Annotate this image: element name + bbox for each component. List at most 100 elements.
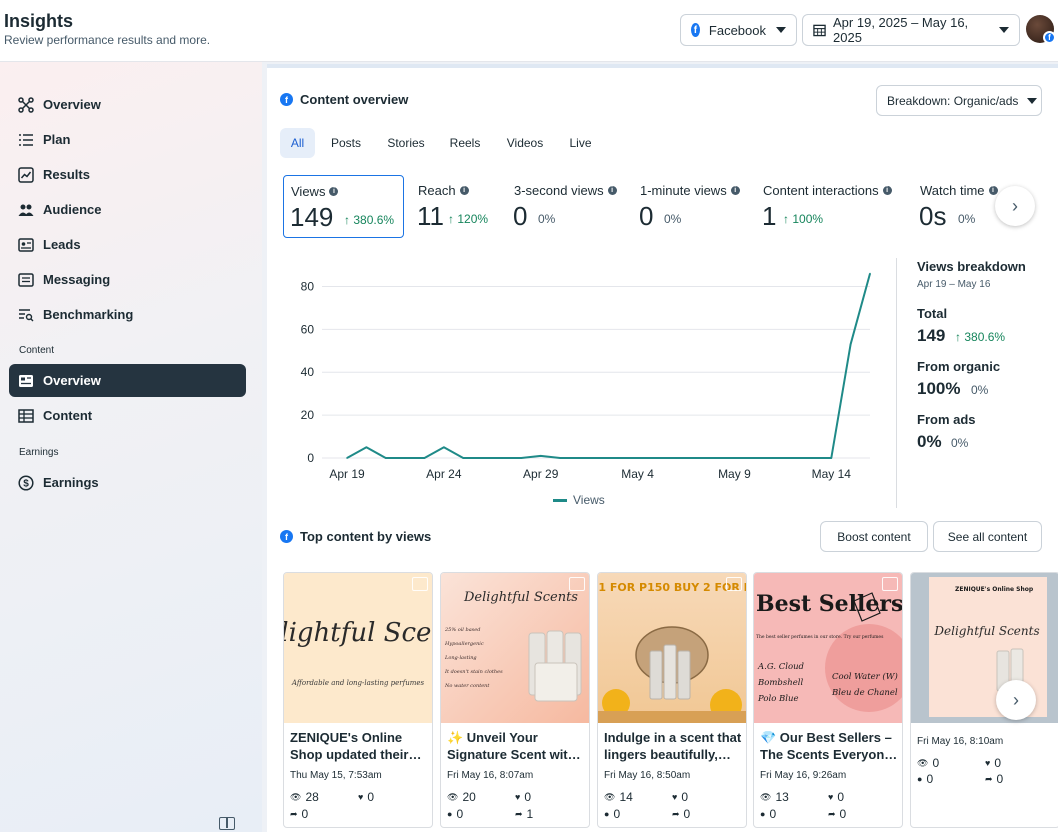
x-tick-label: Apr 29 xyxy=(523,467,559,481)
post-shares: 0 xyxy=(839,807,847,821)
breakdown-dropdown[interactable]: Breakdown: Organic/ads xyxy=(876,85,1042,116)
image-icon xyxy=(882,577,898,591)
x-tick-label: Apr 19 xyxy=(329,467,365,481)
sidebar-item-benchmarking[interactable]: Benchmarking xyxy=(9,298,246,331)
post-card[interactable]: Delightful Scents Affordable and long-la… xyxy=(283,572,433,828)
see-all-content-button[interactable]: See all content xyxy=(933,521,1042,552)
sidebar-item-label: Results xyxy=(43,167,90,182)
metrics-next-button[interactable]: › xyxy=(995,186,1035,226)
y-tick-label: 40 xyxy=(301,365,315,379)
data-point xyxy=(520,457,523,459)
tab-posts[interactable]: Posts xyxy=(326,128,366,158)
data-point xyxy=(462,457,465,459)
chevron-right-icon: › xyxy=(1012,195,1018,216)
platform-dropdown[interactable]: f Facebook xyxy=(680,14,797,46)
chevron-down-icon xyxy=(1027,97,1038,104)
sidebar-item-overview[interactable]: Overview xyxy=(9,88,246,121)
chevron-right-icon: › xyxy=(1013,689,1019,710)
post-thumbnail: Best Sellers The best seller perfumes in… xyxy=(754,573,902,723)
collapse-sidebar-icon[interactable] xyxy=(219,817,235,830)
tab-live[interactable]: Live xyxy=(566,128,595,158)
metric-reach[interactable]: Reach i 11 ↑ 120% xyxy=(411,175,503,238)
info-icon[interactable]: i xyxy=(459,186,469,195)
metric-watch-time[interactable]: Watch time i 0s 0% xyxy=(913,175,1008,238)
breakdown-total-value: 149 xyxy=(917,326,946,345)
y-tick-label: 80 xyxy=(301,279,315,293)
metric-label: 1-minute views xyxy=(640,183,727,198)
data-point xyxy=(830,457,833,459)
breakdown-organic-value: 100% xyxy=(917,379,961,398)
tab-videos[interactable]: Videos xyxy=(501,128,549,158)
info-icon[interactable]: i xyxy=(329,187,339,196)
metric-views[interactable]: Views i 149 ↑ 380.6% xyxy=(283,175,404,238)
sidebar-item-audience[interactable]: Audience xyxy=(9,193,246,226)
views-breakdown-title: Views breakdown xyxy=(917,259,1026,274)
post-date: Thu May 15, 7:53am xyxy=(290,770,382,781)
post-title-line: The Scents Everyon… xyxy=(760,747,898,762)
sidebar-item-results[interactable]: Results xyxy=(9,158,246,191)
tab-stories[interactable]: Stories xyxy=(382,128,430,158)
thumb-scent-text: Polo Blue xyxy=(757,694,799,704)
metric-3s-views[interactable]: 3-second views i 0 0% xyxy=(507,175,627,238)
date-range-dropdown[interactable]: Apr 19, 2025 – May 16, 2025 xyxy=(802,14,1020,46)
tab-reels[interactable]: Reels xyxy=(446,128,484,158)
sidebar-item-earnings[interactable]: $ Earnings xyxy=(9,466,246,499)
sidebar-item-content-overview[interactable]: Overview xyxy=(9,364,246,397)
sidebar-item-content[interactable]: Content xyxy=(9,399,246,432)
sidebar-item-leads[interactable]: Leads xyxy=(9,228,246,261)
data-point xyxy=(791,457,794,459)
post-title-line: Signature Scent wit… xyxy=(447,747,581,762)
page-subtitle: Review performance results and more. xyxy=(4,33,211,47)
post-views: 20 xyxy=(462,790,476,804)
heart-icon: ♥ xyxy=(515,792,521,802)
post-date: Fri May 16, 9:26am xyxy=(760,770,847,781)
y-tick-label: 60 xyxy=(301,322,315,336)
x-tick-label: May 14 xyxy=(812,467,852,481)
thumb-feature-text: No water content xyxy=(444,683,490,689)
thumb-feature-text: Hypoallergenic xyxy=(444,641,484,647)
metric-1m-views[interactable]: 1-minute views i 0 0% xyxy=(633,175,753,238)
views-line-chart: 0 20 40 60 80 Apr 19 Apr 24 Apr 29 May 4 May 9 May… xyxy=(301,272,871,481)
data-point xyxy=(598,457,600,459)
post-reactions: 0 xyxy=(681,790,689,804)
data-point xyxy=(636,457,639,459)
post-thumbnail: Delightful Scents 25% oil based Hypoalle… xyxy=(441,573,589,723)
thumb-feature-text: 25% oil based xyxy=(444,627,480,633)
sidebar-item-label: Plan xyxy=(43,132,71,147)
metric-label: Watch time xyxy=(920,183,985,198)
comment-icon: ● xyxy=(447,809,453,819)
data-point xyxy=(733,457,736,459)
post-title-line: ✨ Unveil Your xyxy=(447,730,538,745)
divider xyxy=(896,258,897,508)
sidebar-item-label: Leads xyxy=(43,237,81,252)
post-card[interactable]: Delightful Scents 25% oil based Hypoalle… xyxy=(440,572,590,828)
sidebar-item-label: Earnings xyxy=(43,475,99,490)
data-point xyxy=(346,457,348,459)
thumb-feature-text: It doesn't stain clothes xyxy=(444,669,503,675)
top-content-next-button[interactable]: › xyxy=(996,680,1036,720)
info-icon[interactable]: i xyxy=(988,186,998,195)
x-tick-label: May 9 xyxy=(718,467,751,481)
x-tick-label: Apr 24 xyxy=(426,467,462,481)
post-card[interactable]: BUY 1 FOR P150 BUY 2 FOR P300 Indulge in… xyxy=(597,572,747,828)
thumb-brand-text: Delightful Scents xyxy=(284,618,432,648)
metric-value: 1 xyxy=(762,201,777,231)
boost-content-button[interactable]: Boost content xyxy=(820,521,928,552)
top-bar: Insights Review performance results and … xyxy=(0,0,1058,62)
tab-all[interactable]: All xyxy=(280,128,315,158)
metric-label: Reach xyxy=(418,183,456,198)
y-tick-label: 0 xyxy=(307,451,314,465)
image-icon xyxy=(726,577,742,591)
post-card[interactable]: Best Sellers The best seller perfumes in… xyxy=(753,572,903,828)
sidebar-item-plan[interactable]: Plan xyxy=(9,123,246,156)
info-icon[interactable]: i xyxy=(882,186,892,195)
info-icon[interactable]: i xyxy=(730,186,740,195)
data-point xyxy=(578,457,581,459)
metric-change: 0% xyxy=(958,212,976,226)
data-point xyxy=(772,457,774,459)
info-icon[interactable]: i xyxy=(607,186,617,195)
sidebar-item-messaging[interactable]: Messaging xyxy=(9,263,246,296)
heart-icon: ♥ xyxy=(672,792,678,802)
metric-content-interactions[interactable]: Content interactions i 1 ↑ 100% xyxy=(756,175,906,238)
data-point xyxy=(501,457,503,459)
